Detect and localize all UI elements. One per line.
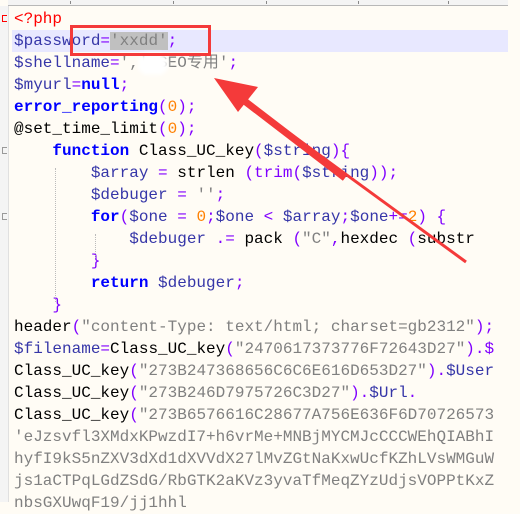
- scrollbar[interactable]: [508, 6, 520, 502]
- annotation-arrow: [214, 78, 467, 264]
